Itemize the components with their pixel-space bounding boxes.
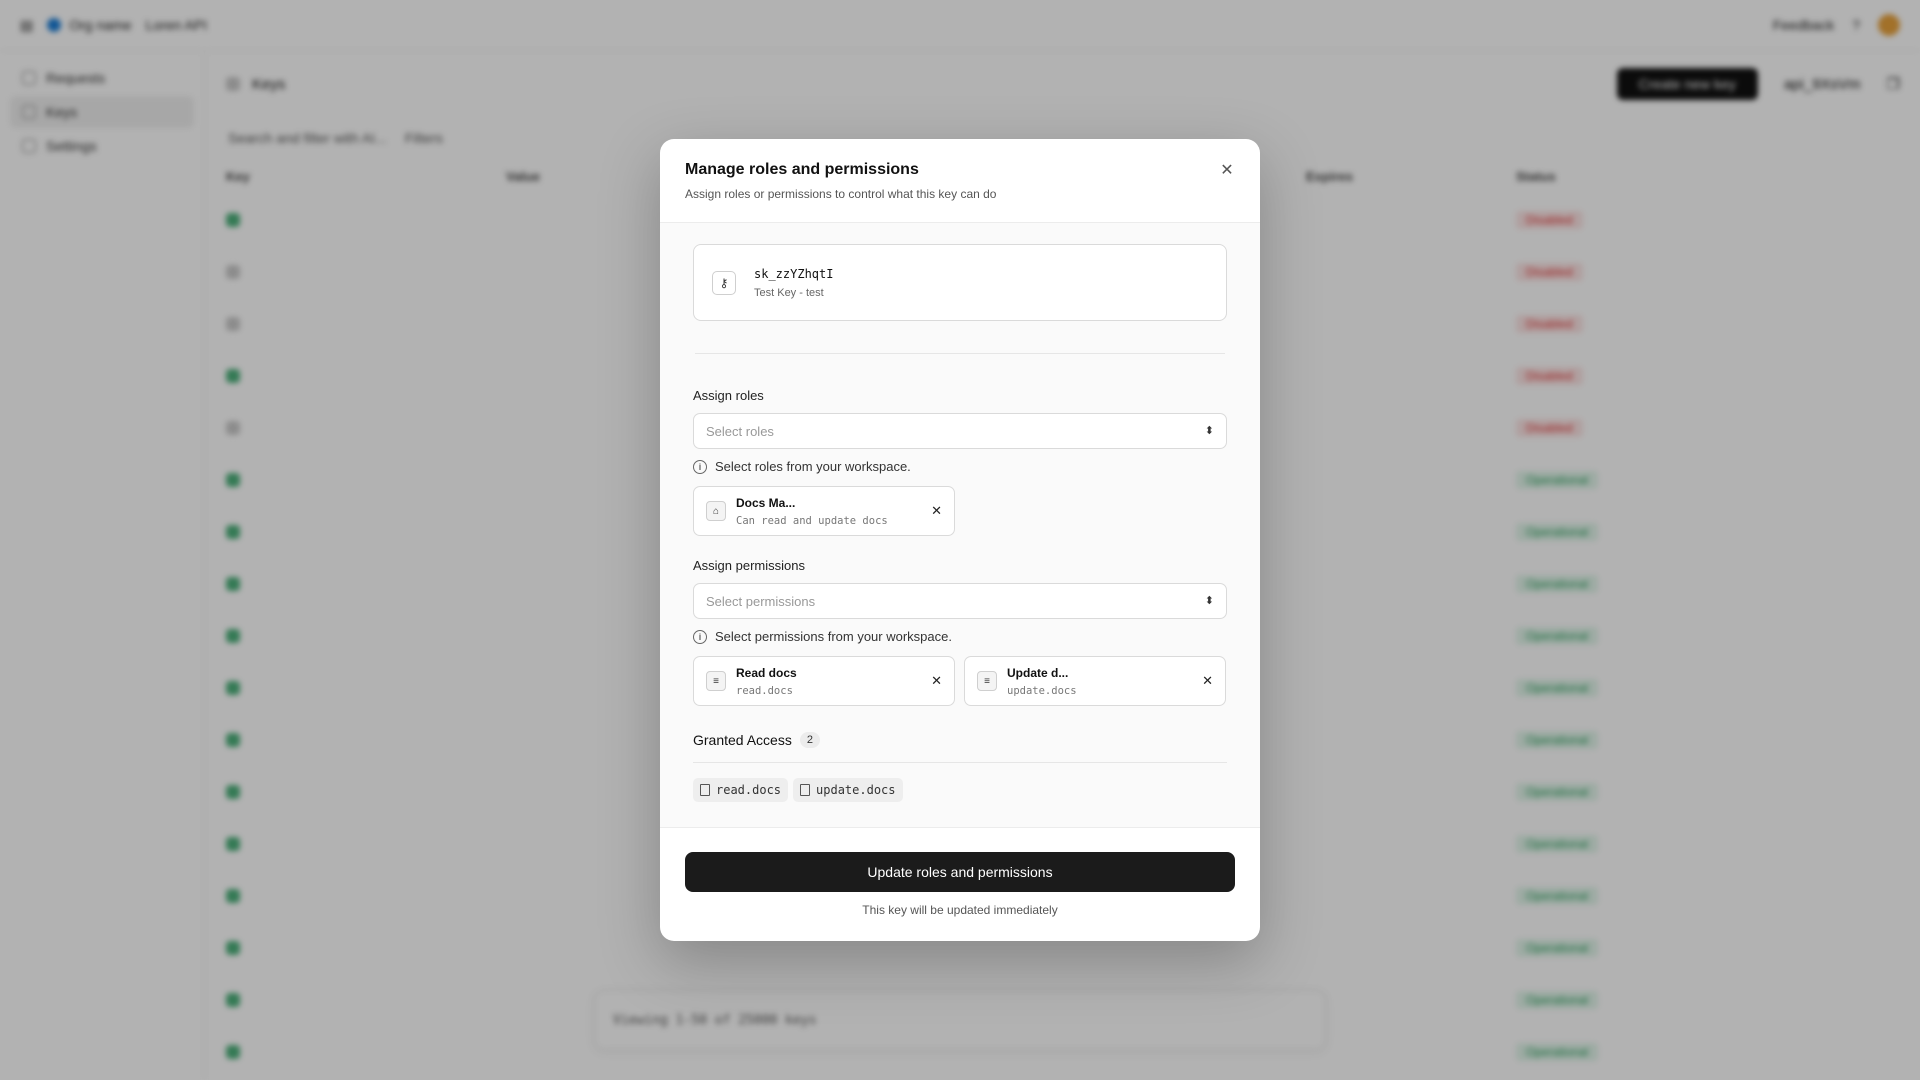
divider xyxy=(695,353,1225,354)
assign-permissions-label: Assign permissions xyxy=(693,558,805,573)
roles-select[interactable]: Select roles ⬍ xyxy=(693,413,1227,449)
divider xyxy=(693,762,1227,763)
granted-tag: read.docs xyxy=(693,778,789,802)
remove-permission-icon[interactable]: ✕ xyxy=(931,673,942,689)
assign-roles-label: Assign roles xyxy=(693,388,764,403)
dialog-header: Manage roles and permissions Assign role… xyxy=(660,139,1260,223)
tag-icon: ⌂ xyxy=(706,501,726,521)
dialog-title: Manage roles and permissions xyxy=(685,161,919,178)
chevron-updown-icon: ⬍ xyxy=(1204,594,1214,607)
granted-access-header: Granted Access 2 xyxy=(693,732,1227,748)
document-icon xyxy=(700,784,710,796)
close-icon[interactable]: ✕ xyxy=(1216,159,1238,181)
key-icon: ⚷ xyxy=(712,270,736,295)
key-name: Test Key - test xyxy=(754,286,824,299)
permission-chip-title: Update d... xyxy=(1007,665,1069,680)
permission-chip: ≡ Update d... update.docs ✕ xyxy=(964,656,1226,706)
document-icon: ≡ xyxy=(977,671,997,691)
permission-chip-desc: update.docs xyxy=(1007,684,1077,697)
granted-tag-label: update.docs xyxy=(816,783,896,797)
permissions-hint: i Select permissions from your workspace… xyxy=(693,629,1227,644)
role-chip-title: Docs Ma... xyxy=(736,495,796,510)
permission-chip-desc: read.docs xyxy=(736,684,793,697)
info-icon: i xyxy=(693,459,707,474)
key-id: sk_zzYZhqtI xyxy=(754,266,834,281)
footer-note: This key will be updated immediately xyxy=(862,903,1058,917)
permission-chip-title: Read docs xyxy=(736,665,797,680)
chevron-updown-icon: ⬍ xyxy=(1204,424,1214,437)
dialog-footer: Update roles and permissions This key wi… xyxy=(660,827,1260,941)
manage-roles-dialog: Manage roles and permissions Assign role… xyxy=(660,139,1260,941)
permissions-select[interactable]: Select permissions ⬍ xyxy=(693,583,1227,619)
update-roles-button[interactable]: Update roles and permissions xyxy=(685,852,1235,892)
role-chip-desc: Can read and update docs xyxy=(736,514,888,527)
permission-chip: ≡ Read docs read.docs ✕ xyxy=(693,656,955,706)
info-icon: i xyxy=(693,629,707,644)
dialog-body: ⚷ sk_zzYZhqtI Test Key - test Assign rol… xyxy=(660,223,1260,827)
permissions-hint-text: Select permissions from your workspace. xyxy=(715,629,952,644)
roles-select-placeholder: Select roles xyxy=(706,423,774,439)
granted-access-list: read.docs update.docs xyxy=(693,778,1227,802)
document-icon: ≡ xyxy=(706,671,726,691)
permissions-select-placeholder: Select permissions xyxy=(706,593,816,609)
remove-role-icon[interactable]: ✕ xyxy=(931,503,942,519)
document-icon xyxy=(800,784,811,796)
granted-tag: update.docs xyxy=(793,778,903,802)
roles-hint: i Select roles from your workspace. xyxy=(693,459,1227,474)
roles-hint-text: Select roles from your workspace. xyxy=(715,459,911,474)
granted-count-badge: 2 xyxy=(799,732,820,748)
selected-permissions: ≡ Read docs read.docs ✕ ≡ Update d... up… xyxy=(693,656,1227,706)
role-chip: ⌂ Docs Ma... Can read and update docs ✕ xyxy=(693,486,955,536)
key-card: ⚷ sk_zzYZhqtI Test Key - test xyxy=(693,244,1227,321)
granted-access-label: Granted Access xyxy=(693,732,792,748)
selected-roles: ⌂ Docs Ma... Can read and update docs ✕ xyxy=(693,486,1227,536)
remove-permission-icon[interactable]: ✕ xyxy=(1202,673,1213,689)
dialog-subtitle: Assign roles or permissions to control w… xyxy=(685,187,997,201)
granted-tag-label: read.docs xyxy=(716,783,782,797)
